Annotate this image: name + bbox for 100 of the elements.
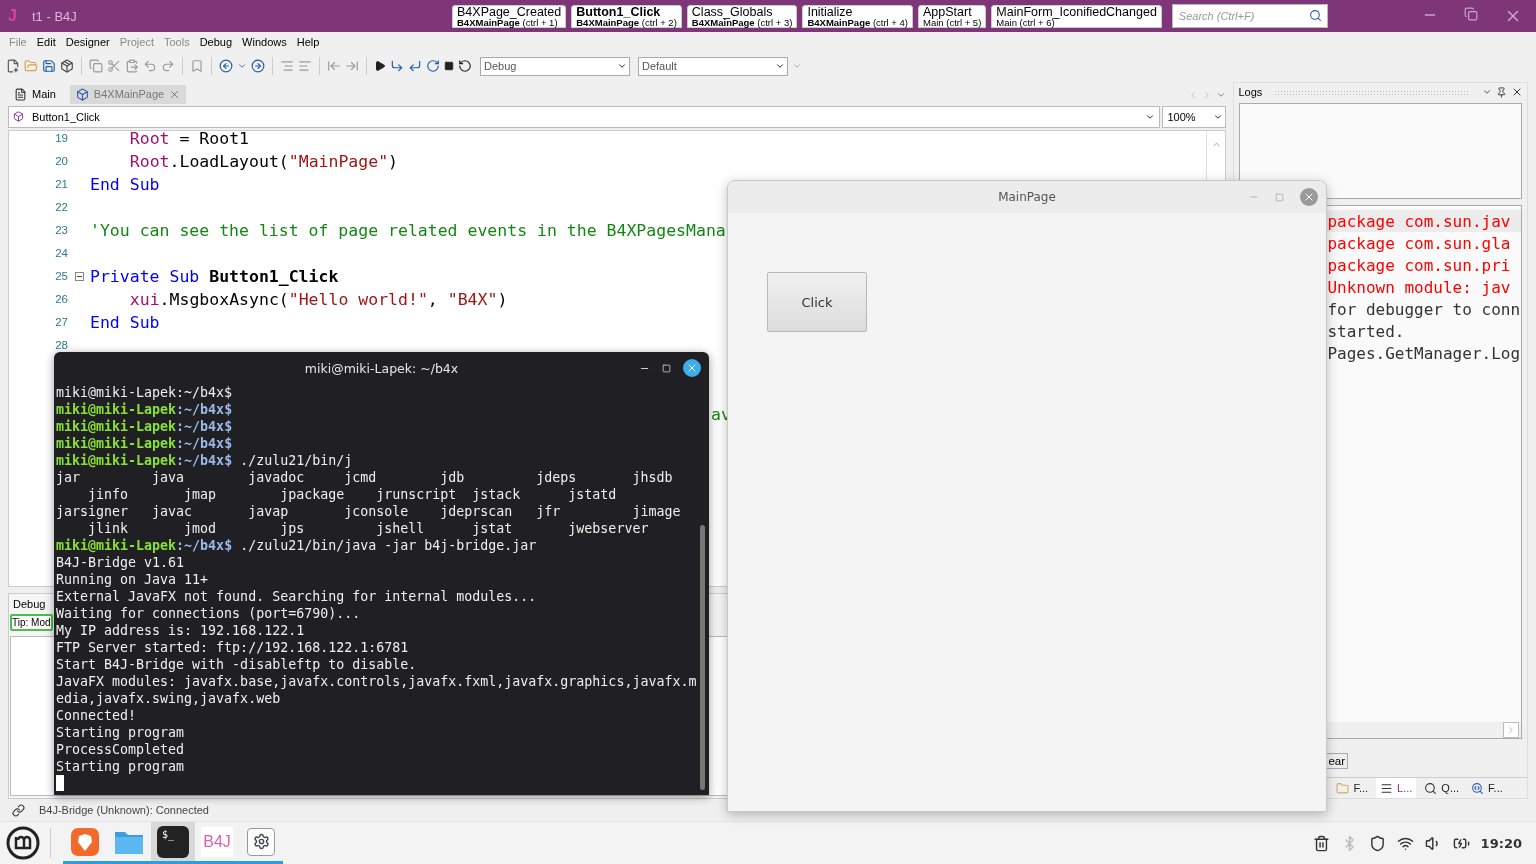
line-number: 23 bbox=[54, 224, 69, 237]
terminal-line: Running on Java 11+ bbox=[56, 571, 210, 588]
document-tab[interactable]: Main bbox=[8, 84, 62, 104]
line-number: 27 bbox=[54, 316, 69, 329]
log-line[interactable]: Pages.GetManager.Log bbox=[1326, 342, 1521, 364]
fold-icon[interactable] bbox=[75, 271, 84, 281]
terminal-line: ProcessCompleted bbox=[56, 741, 186, 758]
status-text: B4J-Bridge (Unknown): Connected bbox=[39, 804, 209, 816]
quick-tab[interactable]: Class_Globals B4XMainPage (ctrl + 3) bbox=[686, 4, 798, 28]
save-icon[interactable] bbox=[42, 59, 56, 73]
line-number: 19 bbox=[54, 132, 69, 145]
code-line: Root = Root1 bbox=[128, 130, 250, 148]
cut-icon[interactable] bbox=[107, 59, 121, 73]
search-icon[interactable] bbox=[1308, 9, 1322, 22]
code-line: End Sub bbox=[90, 312, 160, 332]
run-icon[interactable] bbox=[374, 60, 386, 72]
menu-item[interactable]: Edit bbox=[31, 36, 61, 48]
terminal-icon[interactable]: $_ bbox=[157, 825, 189, 858]
redo-icon[interactable] bbox=[161, 59, 175, 73]
terminal-line: Connected! bbox=[56, 707, 138, 724]
code-line: End Sub bbox=[90, 174, 160, 194]
terminal-line: miki@miki-Lapek:~/b4x$ bbox=[56, 401, 234, 418]
stop-icon[interactable] bbox=[444, 61, 454, 71]
paste-icon[interactable] bbox=[125, 59, 139, 73]
undo-icon[interactable] bbox=[143, 59, 157, 73]
caret-icon[interactable] bbox=[617, 61, 627, 71]
log-line[interactable]: Unknown module: jav bbox=[1326, 276, 1521, 298]
scroll-right-icon[interactable] bbox=[1503, 722, 1519, 738]
line-number: 26 bbox=[54, 293, 69, 306]
new-file-icon[interactable] bbox=[6, 59, 20, 73]
search-field[interactable]: Search (Ctrl+F) bbox=[1171, 4, 1328, 28]
folder-icon bbox=[1336, 781, 1350, 795]
log-line[interactable]: package com.sun.pri bbox=[1326, 254, 1521, 276]
close-icon[interactable] bbox=[1511, 86, 1523, 98]
panel-tab[interactable]: F... bbox=[1332, 778, 1373, 798]
indent-icon[interactable] bbox=[345, 59, 359, 73]
tip-field[interactable]: Tip: Mod bbox=[10, 614, 53, 632]
class-icon bbox=[75, 87, 89, 101]
pin-icon[interactable] bbox=[1496, 86, 1507, 98]
forward-icon[interactable] bbox=[251, 59, 265, 73]
log-line[interactable]: for debugger to conn bbox=[1326, 298, 1521, 320]
config-dropdown[interactable]: Default bbox=[638, 56, 788, 76]
panel-title: Logs bbox=[1238, 86, 1263, 98]
copy-icon[interactable] bbox=[89, 59, 103, 73]
terminal-line: jar java javadoc jcmd jdb jdeps jhsdb bbox=[56, 469, 674, 486]
line-number: 20 bbox=[54, 155, 69, 168]
text-cursor bbox=[56, 775, 64, 791]
browser-icon[interactable] bbox=[70, 826, 100, 857]
log-line[interactable]: started. bbox=[1326, 320, 1521, 342]
uncomment-icon[interactable] bbox=[298, 59, 312, 73]
code-line: Private Sub Button1_Click bbox=[90, 266, 339, 286]
caret-icon[interactable] bbox=[775, 61, 785, 71]
build-mode-dropdown[interactable]: Debug bbox=[480, 56, 630, 76]
scrollbar[interactable] bbox=[700, 525, 705, 790]
line-number: 21 bbox=[54, 178, 69, 191]
link-icon bbox=[12, 803, 25, 817]
comment-icon[interactable] bbox=[280, 59, 294, 73]
line-number: 24 bbox=[54, 247, 69, 260]
caret-icon[interactable] bbox=[1482, 87, 1492, 97]
terminal-line: miki@miki-Lapek:~/b4x$ bbox=[56, 435, 234, 452]
terminal-line: miki@miki-Lapek:~/b4x$ ./zulu21/bin/j bbox=[56, 452, 354, 469]
menu-item[interactable]: Help bbox=[291, 36, 325, 48]
sub-dropdown[interactable]: Button1_Click bbox=[8, 105, 1161, 128]
panel-tab[interactable]: Q... bbox=[1420, 778, 1464, 798]
clear-button[interactable]: ear bbox=[1325, 753, 1348, 769]
shield-icon[interactable] bbox=[1368, 834, 1386, 852]
panel-tab[interactable]: F... bbox=[1467, 778, 1507, 798]
package-icon[interactable] bbox=[60, 59, 74, 73]
step-out-icon[interactable] bbox=[426, 59, 440, 73]
back-icon[interactable] bbox=[219, 59, 233, 73]
quick-tab[interactable]: Initialize B4XMainPage (ctrl + 4) bbox=[802, 4, 913, 28]
quick-tab[interactable]: MainForm_IconifiedChanged Main (ctrl + 6) bbox=[991, 4, 1162, 28]
zoom-dropdown[interactable]: 100% bbox=[1162, 105, 1227, 128]
restore-icon[interactable] bbox=[1464, 7, 1478, 21]
bookmark-icon[interactable] bbox=[190, 59, 204, 73]
caret-icon[interactable] bbox=[237, 61, 247, 71]
step-in-icon[interactable] bbox=[408, 59, 422, 73]
terminal-line: External JavaFX not found. Searching for internal modules... bbox=[56, 588, 538, 605]
window-title: MainPage bbox=[998, 190, 1056, 204]
quick-tab[interactable]: B4XPage_Created B4XMainPage (ctrl + 1) bbox=[452, 4, 567, 28]
menu-item[interactable]: Windows bbox=[237, 36, 292, 48]
terminal-line: Start B4J-Bridge with -disableftp to disable. bbox=[56, 656, 418, 673]
trash-icon[interactable] bbox=[1312, 834, 1330, 852]
log-line[interactable]: package com.sun.gla bbox=[1326, 232, 1521, 254]
click-button[interactable]: Click bbox=[767, 272, 867, 332]
search-icon bbox=[1424, 781, 1438, 795]
clock[interactable]: 19:20 bbox=[1480, 835, 1522, 851]
menu-logo-icon[interactable] bbox=[6, 826, 40, 860]
restart-icon[interactable] bbox=[458, 59, 472, 73]
code-line: xui.MsgboxAsync("Hello world!", "B4X") bbox=[128, 289, 508, 309]
quick-tab[interactable]: Button1_Click B4XMainPage (ctrl + 2) bbox=[571, 4, 682, 28]
panel-tab[interactable]: L... bbox=[1376, 778, 1417, 798]
quick-tab[interactable]: AppStart Main (ctrl + 5) bbox=[918, 4, 987, 28]
terminal-line: miki@miki-Lapek:~/b4x$ bbox=[56, 418, 234, 435]
panel-tab[interactable]: Debug bbox=[10, 596, 49, 613]
menu-item[interactable]: Debug bbox=[194, 36, 238, 48]
step-over-icon[interactable] bbox=[390, 59, 404, 73]
outdent-icon[interactable] bbox=[327, 59, 341, 73]
menu-item[interactable]: Designer bbox=[60, 36, 115, 48]
settings-icon[interactable] bbox=[247, 827, 275, 856]
